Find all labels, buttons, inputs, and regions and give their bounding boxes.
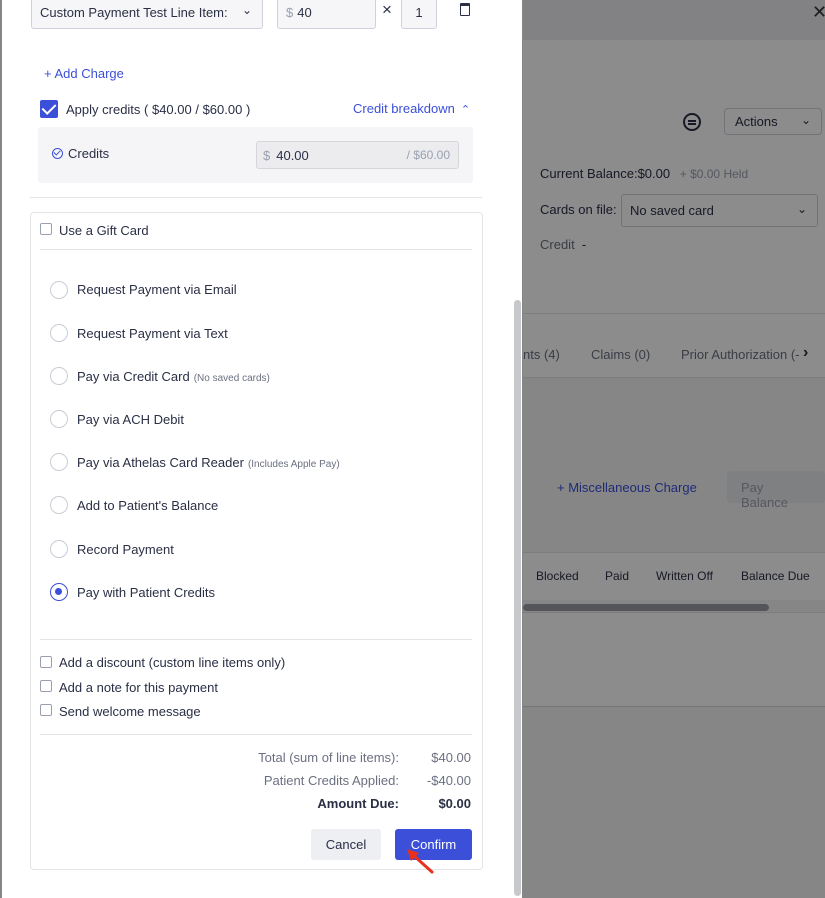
note-label: Add a note for this payment (59, 680, 218, 695)
credits-applied-label: Patient Credits Applied: (263, 773, 399, 788)
credit-breakdown-toggle[interactable]: Credit breakdown ⌃ (353, 101, 470, 116)
credit-breakdown-label: Credit breakdown (353, 101, 455, 116)
cursor-arrow-icon (407, 849, 434, 874)
payment-modal: Custom Payment Test Line Item: ⌄ $40 × 1… (2, 0, 522, 898)
radio-request-text[interactable] (50, 324, 68, 342)
currency-symbol: $ (286, 5, 294, 20)
option-label-record-payment: Record Payment (77, 542, 174, 557)
discount-label: Add a discount (custom line items only) (59, 655, 286, 670)
amount-value: 40 (297, 5, 312, 20)
divider (40, 249, 472, 250)
payment-options-card (30, 212, 483, 870)
amount-input[interactable]: $40 (277, 0, 376, 29)
gift-card-label: Use a Gift Card (59, 223, 149, 238)
option-label: Request Payment via Email (77, 282, 237, 297)
option-label-credit-card: Pay via Credit Card (No saved cards) (77, 369, 270, 384)
apply-credits-label: Apply credits ( $40.00 / $60.00 ) (66, 102, 251, 117)
option-label-card-reader: Pay via Athelas Card Reader (Includes App… (77, 455, 340, 470)
note-checkbox[interactable] (40, 680, 52, 692)
radio-request-email[interactable] (50, 281, 68, 299)
radio-card-reader[interactable] (50, 453, 68, 471)
divider (40, 639, 472, 640)
add-charge-link[interactable]: + Add Charge (44, 66, 124, 81)
times-icon: × (382, 0, 392, 19)
radio-credit-card[interactable] (50, 367, 68, 385)
radio-ach-debit[interactable] (50, 410, 68, 428)
discount-checkbox[interactable] (40, 656, 52, 668)
option-label-request-text: Request Payment via Text (77, 326, 228, 341)
amount-due-label: Amount Due: (317, 796, 399, 811)
credits-max: / $60.00 (406, 148, 450, 162)
line-item-select[interactable]: Custom Payment Test Line Item: ⌄ (31, 0, 263, 29)
radio-patient-balance[interactable] (50, 496, 68, 514)
option-label-ach-debit: Pay via ACH Debit (77, 412, 184, 427)
total-label: Total (sum of line items): (258, 750, 399, 765)
option-label-patient-balance: Add to Patient's Balance (77, 498, 218, 513)
modal-scrollbar[interactable] (514, 300, 521, 896)
gift-card-checkbox[interactable] (40, 223, 52, 235)
option-label: Pay via Credit Card (77, 369, 190, 384)
cancel-button[interactable]: Cancel (311, 829, 381, 860)
option-label-request-email: Request Payment via Email (77, 282, 237, 297)
welcome-label: Send welcome message (59, 704, 201, 719)
chevron-down-icon: ⌄ (241, 3, 252, 17)
option-label-patient-credits: Pay with Patient Credits (77, 585, 215, 600)
option-label: Request Payment via Text (77, 326, 228, 341)
option-label: Record Payment (77, 542, 174, 557)
quantity-input[interactable]: 1 (401, 0, 437, 29)
option-label: Add to Patient's Balance (77, 498, 219, 513)
apply-credits-checkbox[interactable] (40, 100, 58, 118)
credits-amount-input[interactable]: $40.00 / $60.00 (256, 141, 459, 169)
radio-patient-credits[interactable] (50, 583, 68, 601)
option-note: (Includes Apple Pay) (247, 459, 340, 470)
credits-applied-value: -$40.00 (426, 773, 471, 788)
option-label: Pay via ACH Debit (77, 412, 184, 427)
credits-value: 40.00 (276, 148, 309, 163)
option-label: Pay via Athelas Card Reader (77, 455, 244, 470)
divider (30, 197, 482, 198)
line-item-name: Custom Payment Test Line Item: (40, 5, 228, 20)
option-note: (No saved cards) (193, 373, 270, 384)
divider (40, 734, 472, 735)
amount-due-value: $0.00 (438, 796, 471, 811)
chevron-up-icon: ⌃ (460, 104, 471, 116)
welcome-checkbox[interactable] (40, 704, 52, 716)
total-value: $40.00 (431, 750, 471, 765)
option-label: Pay with Patient Credits (77, 585, 216, 600)
check-circle-icon (52, 148, 63, 159)
radio-record-payment[interactable] (50, 540, 68, 558)
trash-icon[interactable] (460, 3, 470, 16)
currency-symbol: $ (263, 148, 271, 163)
credits-label: Credits (68, 146, 110, 161)
